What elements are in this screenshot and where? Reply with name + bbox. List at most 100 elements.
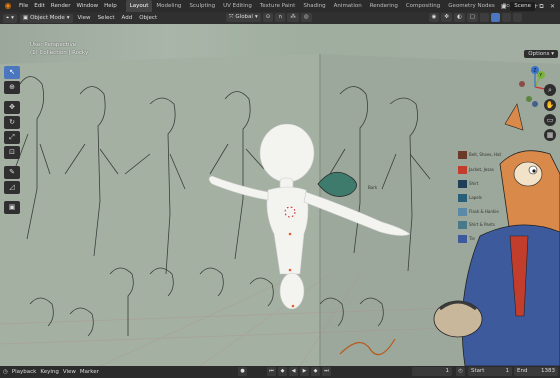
annotate-tool[interactable]: ✎ xyxy=(4,166,20,179)
viewport-header: ⌖ ▾ ▣ Object Mode ▾ View Select Add Objec… xyxy=(0,12,560,24)
scale-tool[interactable]: ⤢ xyxy=(4,131,20,144)
end-frame-field[interactable]: End 1383 xyxy=(514,367,558,376)
tab-uv-editing[interactable]: UV Editing xyxy=(219,0,256,12)
mode-label: Object Mode xyxy=(30,14,65,21)
menu-keying[interactable]: Keying xyxy=(40,369,58,375)
move-tool[interactable]: ✥ xyxy=(4,101,20,114)
solid-shading-button[interactable] xyxy=(491,13,500,22)
rendered-shading-button[interactable] xyxy=(513,13,522,22)
proportional-icon: ◎ xyxy=(303,14,309,20)
timeline-bar: ◷ Playback Keying View Marker ● ⏮ ◆ ◀ ▶ … xyxy=(0,366,560,378)
3d-viewport[interactable]: Belt, Shoes, Hat Jacket, Jesas Shirt Lap… xyxy=(0,24,560,366)
snap-toggle[interactable]: ∩ xyxy=(275,13,286,22)
menu-view[interactable]: View xyxy=(76,15,93,21)
jump-start-icon[interactable]: ⏮ xyxy=(267,367,276,376)
orientation-label: Global xyxy=(235,14,253,20)
tab-sculpting[interactable]: Sculpting xyxy=(185,0,219,12)
tab-layout[interactable]: Layout xyxy=(125,0,153,12)
scene-new-icon[interactable]: ⧉ xyxy=(537,2,546,11)
material-shading-button[interactable] xyxy=(502,13,511,22)
blender-logo-icon[interactable]: ◉ xyxy=(3,1,13,11)
menu-view-timeline[interactable]: View xyxy=(63,369,76,375)
menu-edit[interactable]: Edit xyxy=(31,0,48,12)
tab-shading[interactable]: Shading xyxy=(299,0,329,12)
gizmo-toggle[interactable]: ✥ xyxy=(441,13,452,22)
swatch-shirt xyxy=(458,180,467,188)
menu-add[interactable]: Add xyxy=(120,15,135,21)
reference-sheet-background: Belt, Shoes, Hat Jacket, Jesas Shirt Lap… xyxy=(0,54,560,366)
start-value: 1 xyxy=(505,368,510,374)
tab-texture-paint[interactable]: Texture Paint xyxy=(256,0,300,12)
tab-geometry-nodes[interactable]: Geometry Nodes xyxy=(444,0,498,12)
scene-field[interactable]: Scene xyxy=(510,1,535,11)
end-value: 1383 xyxy=(541,368,555,374)
cursor-tool[interactable]: ⊕ xyxy=(4,81,20,94)
snap-dropdown[interactable]: ⁂ xyxy=(287,13,299,22)
menu-help[interactable]: Help xyxy=(101,0,120,12)
menu-playback[interactable]: Playback xyxy=(12,369,37,375)
zoom-icon[interactable]: ⌕ xyxy=(544,84,556,96)
pivot-dropdown[interactable]: ⊙ xyxy=(262,13,274,22)
swatch-tie xyxy=(458,235,467,243)
tab-modeling[interactable]: Modeling xyxy=(152,0,185,12)
pan-hand-icon[interactable]: ✋ xyxy=(544,99,556,111)
swatch-label-3: Lapels xyxy=(469,195,482,200)
pivot-icon: ⊙ xyxy=(265,14,271,20)
tab-compositing[interactable]: Compositing xyxy=(402,0,444,12)
scene-icon[interactable]: ▣ xyxy=(499,2,508,11)
shading-controls: ◉ ✥ ◐ ▢ xyxy=(428,13,522,22)
chevron-down-icon: ▾ xyxy=(254,14,258,20)
stopwatch-icon[interactable]: ◴ xyxy=(456,367,465,376)
menu-marker[interactable]: Marker xyxy=(80,369,99,375)
menu-object[interactable]: Object xyxy=(137,15,159,21)
visibility-dropdown[interactable]: ◉ xyxy=(428,13,440,22)
measure-tool[interactable]: ◿ xyxy=(4,181,20,194)
play-icon[interactable]: ▶ xyxy=(300,367,309,376)
prev-keyframe-icon[interactable]: ◆ xyxy=(278,367,287,376)
record-icon[interactable]: ● xyxy=(238,367,247,376)
transform-tool[interactable]: ⊡ xyxy=(4,146,20,159)
current-frame-value: 1 xyxy=(445,368,450,374)
tab-animation[interactable]: Animation xyxy=(330,0,366,12)
overlay-icon: ◐ xyxy=(456,14,462,20)
jump-end-icon[interactable]: ⏭ xyxy=(322,367,331,376)
current-frame-field[interactable]: 1 xyxy=(412,367,452,376)
swatch-label-5: Shirt & Pants xyxy=(469,222,495,227)
orientation-icon: ⤧ xyxy=(229,14,234,20)
tab-rendering[interactable]: Rendering xyxy=(366,0,402,12)
wireframe-shading-button[interactable] xyxy=(480,13,489,22)
menu-window[interactable]: Window xyxy=(73,0,101,12)
chevron-down-icon: ▾ xyxy=(66,14,70,21)
start-frame-field[interactable]: Start 1 xyxy=(468,367,512,376)
menu-render[interactable]: Render xyxy=(48,0,74,12)
menu-file[interactable]: File xyxy=(16,0,31,12)
cursor-icon: ⌖ xyxy=(6,14,10,21)
rotate-tool[interactable]: ↻ xyxy=(4,116,20,129)
mode-dropdown[interactable]: ▣ Object Mode ▾ xyxy=(19,13,73,23)
timeline-editor-icon[interactable]: ◷ xyxy=(3,369,8,375)
swatch-label-6: Tie xyxy=(468,236,475,241)
collection-label: (1) Collection | Rocky xyxy=(30,50,89,56)
scene-name: Scene xyxy=(514,2,531,9)
overlay-toggle[interactable]: ◐ xyxy=(453,13,465,22)
grid-perspective-icon[interactable]: ▦ xyxy=(544,129,556,141)
add-cube-tool[interactable]: ▣ xyxy=(4,201,20,214)
proportional-toggle[interactable]: ◎ xyxy=(300,13,312,22)
swatch-pants xyxy=(458,221,467,229)
start-label: Start xyxy=(471,368,485,374)
playback-controls: ● ⏮ ◆ ◀ ▶ ◆ ⏭ xyxy=(238,367,331,376)
scene-close-icon[interactable]: ✕ xyxy=(548,2,557,11)
options-label: Options xyxy=(528,51,550,57)
orientation-dropdown[interactable]: ⤧ Global ▾ xyxy=(226,13,261,22)
select-box-tool[interactable]: ↖ xyxy=(4,66,20,79)
camera-icon[interactable]: ▭ xyxy=(544,114,556,126)
transform-controls: ⤧ Global ▾ ⊙ ∩ ⁂ ◎ xyxy=(226,13,312,22)
next-keyframe-icon[interactable]: ◆ xyxy=(311,367,320,376)
options-dropdown[interactable]: Options ▾ xyxy=(524,50,558,58)
menu-select[interactable]: Select xyxy=(96,15,117,21)
viewport-info: User Perspective (1) Collection | Rocky xyxy=(30,41,88,57)
top-menu-bar: ◉ File Edit Render Window Help Layout Mo… xyxy=(0,0,560,12)
editor-type-button[interactable]: ⌖ ▾ xyxy=(3,13,17,23)
play-reverse-icon[interactable]: ◀ xyxy=(289,367,298,376)
xray-toggle[interactable]: ▢ xyxy=(466,13,478,22)
